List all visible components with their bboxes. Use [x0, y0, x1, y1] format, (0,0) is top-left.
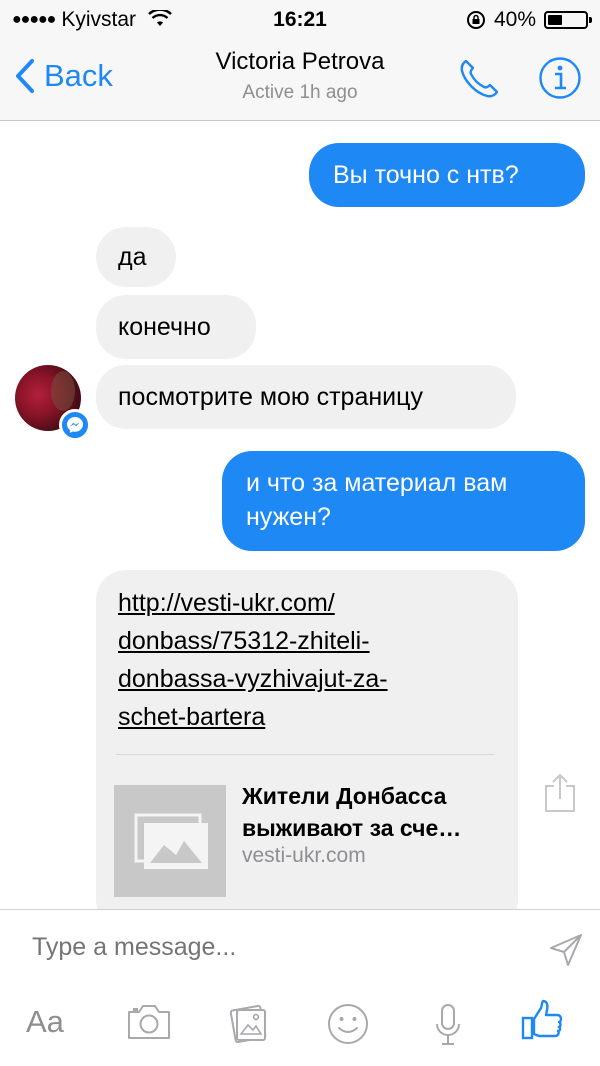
image-placeholder-icon [134, 813, 208, 869]
message-thread[interactable]: Вы точно с нтв? да конечно посмотрите мо… [0, 121, 600, 909]
link-preview-thumbnail[interactable] [114, 785, 226, 897]
battery-percent: 40% [493, 8, 536, 31]
message-text: да [118, 243, 147, 271]
status-bar: ●●●●● Kyivstar 16:21 40% [0, 0, 600, 40]
divider [116, 754, 494, 755]
info-icon[interactable] [538, 56, 582, 100]
camera-icon[interactable] [126, 1002, 172, 1042]
message-text: Вы точно с нтв? [333, 161, 519, 189]
battery-icon [544, 11, 592, 29]
message-link[interactable]: http://vesti-ukr.com/ donbass/75312-zhit… [118, 584, 508, 736]
outgoing-message[interactable]: и что за материал вам нужен? [222, 451, 585, 551]
battery-fill [548, 15, 562, 25]
message-text: конечно [118, 313, 211, 341]
send-icon[interactable] [548, 932, 584, 968]
microphone-icon[interactable] [433, 1002, 463, 1048]
incoming-message[interactable]: конечно [96, 295, 256, 359]
link-preview-domain: vesti-ukr.com [242, 844, 366, 867]
text-format-button[interactable]: Aa [26, 1004, 64, 1040]
emoji-icon[interactable] [326, 1002, 370, 1046]
share-icon[interactable] [543, 772, 577, 814]
link-preview-title[interactable]: Жители Донбасса выживают за сче… [242, 780, 512, 844]
navigation-bar: Back Victoria Petrova Active 1h ago [0, 40, 600, 121]
outgoing-message[interactable]: Вы точно с нтв? [309, 143, 585, 207]
gallery-icon[interactable] [227, 1002, 271, 1046]
contact-status: Active 1h ago [242, 82, 358, 103]
message-text: и что за материал вам нужен? [246, 469, 508, 531]
composer: Aa [0, 909, 600, 1066]
link-message[interactable]: http://vesti-ukr.com/ donbass/75312-zhit… [96, 570, 518, 909]
contact-name[interactable]: Victoria Petrova [0, 48, 600, 76]
incoming-message[interactable]: посмотрите мою страницу [96, 365, 516, 429]
message-text: посмотрите мою страницу [118, 383, 423, 411]
messenger-badge-icon [59, 409, 91, 441]
incoming-message[interactable]: да [96, 227, 176, 287]
message-input[interactable] [30, 932, 514, 963]
composer-toolbar: Aa [0, 999, 600, 1052]
phone-icon[interactable] [456, 56, 502, 102]
thumbs-up-icon[interactable] [520, 998, 564, 1042]
rotation-lock-icon [466, 11, 485, 29]
